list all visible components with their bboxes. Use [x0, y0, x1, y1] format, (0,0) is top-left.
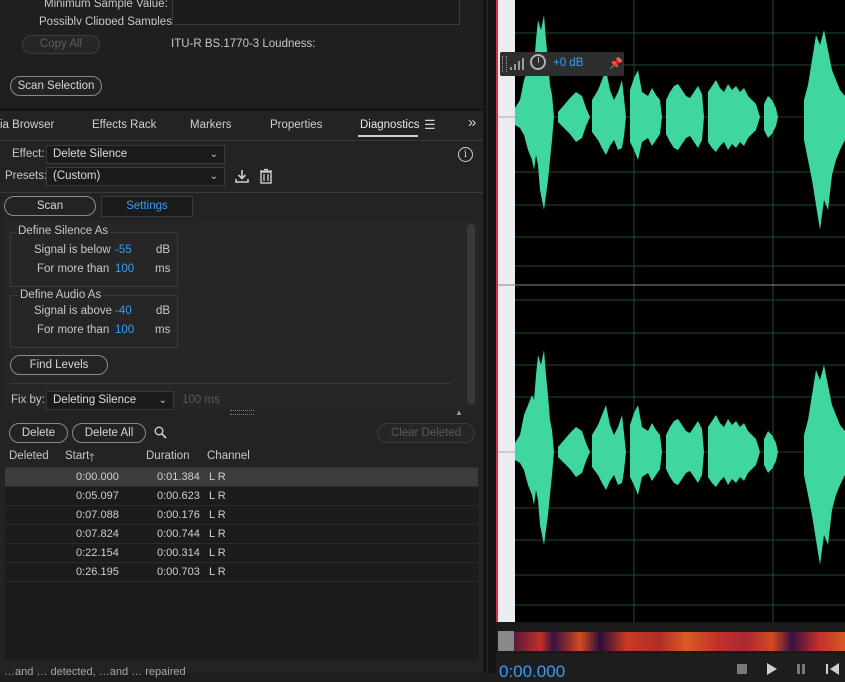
collapse-arrow-icon[interactable]: ▲	[455, 408, 463, 417]
silence-duration-label: For more than	[37, 263, 110, 275]
waveform-display	[498, 0, 845, 622]
level-meter-icon	[509, 57, 525, 74]
define-audio-group	[10, 295, 178, 348]
panel-divider	[0, 108, 483, 111]
timecode-display[interactable]: 0:00.000	[499, 662, 565, 682]
header-channel[interactable]: Channel	[207, 450, 250, 462]
sort-ascending-icon: 🡑	[89, 452, 95, 464]
header-duration[interactable]: Duration	[146, 450, 189, 462]
delete-button[interactable]: Delete	[9, 423, 68, 443]
hud-grip-icon[interactable]	[502, 56, 507, 72]
copy-all-button[interactable]: Copy All	[22, 35, 100, 54]
table-row[interactable]: 0:22.154 0:00.314 L R	[5, 544, 478, 563]
table-row[interactable]: 0:05.097 0:00.623 L R	[5, 487, 478, 506]
scan-tab-button[interactable]: Scan	[4, 196, 96, 216]
tab-markers[interactable]: Markers	[190, 119, 232, 131]
fix-by-hint: 100 ms	[182, 394, 220, 406]
silence-signal-label: Signal is below	[34, 244, 111, 256]
audio-duration-label: For more than	[37, 324, 110, 336]
silence-signal-value[interactable]: -55	[115, 244, 132, 256]
min-sample-label: Minimum Sample Value:	[44, 0, 168, 10]
audio-duration-value[interactable]: 100	[115, 324, 134, 336]
tab-effects-rack[interactable]: Effects Rack	[92, 119, 156, 131]
table-row[interactable]: 0:26.195 0:00.703 L R	[5, 563, 478, 582]
delete-preset-icon[interactable]	[259, 168, 273, 187]
silence-duration-unit: ms	[155, 263, 171, 275]
volume-knob-icon[interactable]	[530, 54, 546, 70]
tab-active-underline	[358, 135, 418, 137]
header-start[interactable]: Start	[65, 450, 89, 462]
table-row[interactable]: 0:07.824 0:00.744 L R	[5, 525, 478, 544]
fix-by-dropdown[interactable]: Deleting Silence ⌄	[46, 391, 174, 410]
define-silence-group	[10, 232, 178, 287]
overview-spectral	[514, 632, 845, 651]
presets-dropdown-value: (Custom)	[53, 170, 101, 182]
effect-label: Effect:	[12, 148, 45, 160]
silence-signal-unit: dB	[156, 244, 171, 256]
stats-value-box	[172, 0, 460, 25]
effect-dropdown[interactable]: Delete Silence ⌄	[46, 145, 225, 164]
settings-scrollbar[interactable]	[467, 224, 475, 404]
save-preset-icon[interactable]	[234, 168, 250, 187]
effect-divider	[0, 192, 483, 193]
audio-duration-unit: ms	[155, 324, 171, 336]
settings-tab-button[interactable]: Settings	[101, 196, 193, 217]
silence-duration-value[interactable]: 100	[115, 263, 134, 275]
gain-value[interactable]: +0 dB	[553, 57, 583, 69]
info-icon[interactable]: i	[458, 147, 473, 162]
chevron-down-icon: ⌄	[209, 149, 218, 160]
loudness-label: ITU-R BS.1770-3 Loudness:	[171, 38, 316, 50]
splitter-line	[487, 0, 488, 673]
table-row[interactable]: 0:07.088 0:00.176 L R	[5, 506, 478, 525]
audio-signal-unit: dB	[156, 305, 171, 317]
chevron-down-icon: ⌄	[158, 395, 167, 406]
fix-by-label: Fix by:	[11, 394, 45, 406]
tab-diagnostics[interactable]: Diagnostics	[360, 119, 419, 131]
skip-back-arrow-icon	[830, 663, 839, 675]
tab-media-browser[interactable]: ia Browser	[0, 119, 54, 131]
tabs-divider	[0, 140, 483, 141]
panel-separator[interactable]	[483, 0, 496, 673]
tab-properties[interactable]: Properties	[270, 119, 322, 131]
tabs-overflow-icon[interactable]: »	[468, 114, 476, 131]
delete-all-button[interactable]: Delete All	[72, 423, 146, 443]
define-silence-title: Define Silence As	[16, 225, 111, 237]
presets-dropdown[interactable]: (Custom) ⌄	[46, 167, 225, 186]
status-text: …and … detected, …and … repaired	[4, 666, 186, 678]
header-deleted[interactable]: Deleted	[9, 450, 49, 462]
scan-selection-button[interactable]: Scan Selection	[10, 76, 102, 96]
presets-label: Presets:	[5, 170, 48, 182]
resize-handle[interactable]	[230, 410, 254, 415]
play-icon[interactable]	[767, 663, 777, 675]
effect-dropdown-value: Delete Silence	[53, 148, 128, 160]
chevron-down-icon: ⌄	[209, 171, 218, 182]
clipped-label: Possibly Clipped Samples:	[39, 16, 176, 25]
settings-divider	[10, 383, 451, 384]
panel-menu-icon[interactable]: ☰	[424, 117, 436, 133]
audio-signal-label: Signal is above	[34, 305, 112, 317]
search-icon[interactable]	[154, 426, 167, 442]
clear-deleted-button[interactable]: Clear Deleted	[377, 423, 475, 443]
find-levels-button[interactable]: Find Levels	[10, 355, 108, 375]
pin-icon[interactable]: 📌	[609, 57, 623, 70]
overview-handle-left[interactable]	[498, 631, 514, 651]
audio-signal-value[interactable]: -40	[115, 305, 132, 317]
fix-by-dropdown-value: Deleting Silence	[53, 394, 137, 406]
define-audio-title: Define Audio As	[18, 289, 104, 301]
table-row[interactable]: 0:00.000 0:01.384 L R	[5, 468, 478, 487]
